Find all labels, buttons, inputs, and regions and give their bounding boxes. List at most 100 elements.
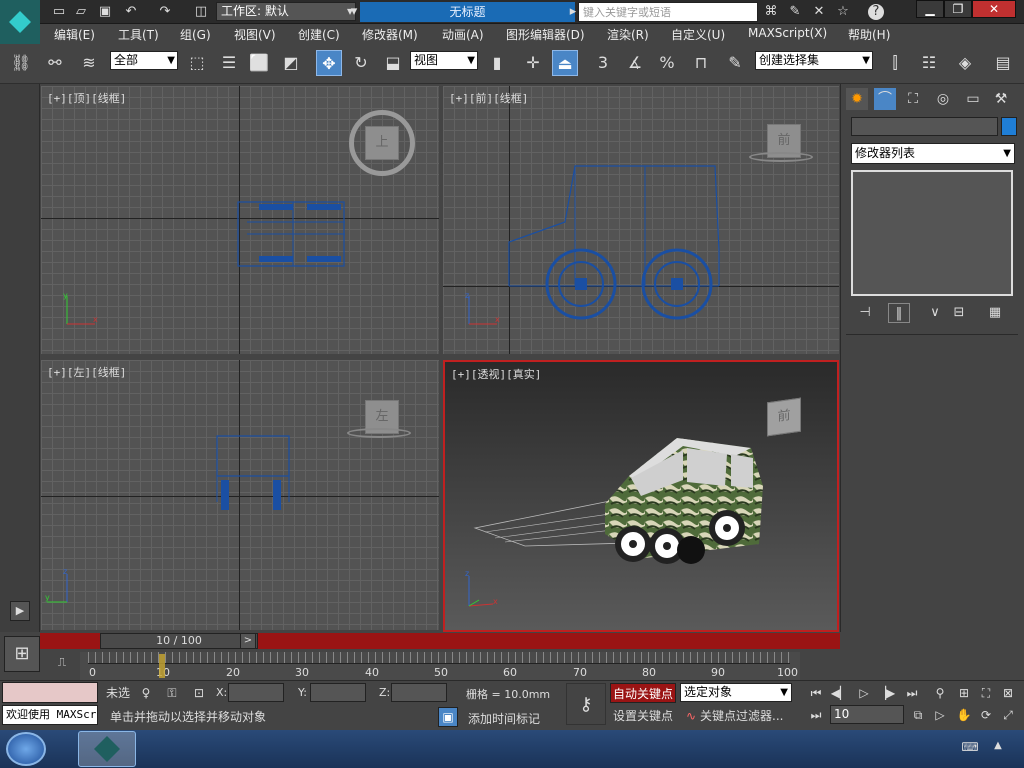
expand-arrow-icon[interactable]: ▶ — [10, 601, 30, 621]
close-button[interactable]: ✕ — [972, 0, 1016, 18]
tab-motion-icon[interactable]: ◎ — [932, 88, 954, 110]
car-model-perspective[interactable] — [465, 422, 805, 622]
menu-group[interactable]: 组(G) — [180, 26, 211, 42]
viewport-label-top[interactable]: [+][顶][线框] — [47, 90, 126, 106]
search-input[interactable]: 键入关键字或短语 — [578, 2, 758, 22]
select-and-scale-icon[interactable]: ⬓ — [380, 50, 406, 76]
key-filters-button[interactable]: 关键点过滤器... — [700, 706, 792, 726]
tab-create-icon[interactable]: ✹ — [846, 88, 868, 110]
add-time-tag-label[interactable]: 添加时间标记 — [468, 710, 540, 727]
viewport-top[interactable]: [+][顶][线框] 上 yx — [41, 86, 439, 354]
x-coordinate-field[interactable] — [228, 683, 284, 702]
time-configuration-icon[interactable]: ⧉ — [908, 706, 928, 724]
tab-utilities-icon[interactable]: ⚒ — [990, 88, 1012, 110]
binoculars-icon[interactable]: ⌘ — [762, 3, 780, 21]
subscription-icon[interactable]: ✎ — [786, 3, 804, 21]
unlink-icon[interactable]: ⚯ — [42, 50, 68, 76]
viewport-perspective[interactable]: [+][透视][真实] 前 zx — [443, 360, 839, 632]
car-wireframe-front[interactable] — [505, 160, 725, 320]
zoom-all-icon[interactable]: ⊞ — [954, 684, 974, 702]
angle-snap-icon[interactable]: ∡ — [622, 50, 648, 76]
set-key-button[interactable]: 设置关键点 — [610, 706, 676, 726]
orbit-icon[interactable]: ⟳ — [976, 706, 996, 724]
time-slider-thumb[interactable]: 10 / 100 — [100, 633, 258, 649]
select-by-name-icon[interactable]: ☰ — [216, 50, 242, 76]
current-frame-field[interactable]: 10 — [830, 705, 904, 724]
viewport-layout-icon[interactable]: ⊞ — [4, 636, 40, 672]
viewcube-ring[interactable] — [749, 152, 813, 162]
current-time-marker[interactable] — [159, 654, 165, 678]
menu-modifiers[interactable]: 修改器(M) — [362, 26, 418, 42]
object-color-swatch[interactable] — [1001, 117, 1017, 136]
time-tag-icon[interactable]: ▣ — [438, 707, 458, 727]
viewport-left[interactable]: [+][左][线框] 左 zy — [41, 360, 439, 630]
project-folder-icon[interactable]: ◫ — [192, 3, 210, 21]
reference-coordinate-dropdown[interactable]: 视图 ▼ — [410, 51, 478, 70]
select-and-rotate-icon[interactable]: ↻ — [348, 50, 374, 76]
time-next-button[interactable]: > — [240, 633, 256, 649]
remove-modifier-icon[interactable]: ⊟ — [948, 303, 970, 323]
configure-sets-icon[interactable]: ▦ — [984, 303, 1006, 323]
workspace-dropdown[interactable]: 工作区: 默认 ▾ — [216, 2, 356, 21]
app-logo-button[interactable] — [0, 0, 40, 44]
y-coordinate-field[interactable] — [310, 683, 366, 702]
viewcube-top[interactable]: 上 — [365, 126, 399, 160]
start-button[interactable] — [6, 732, 46, 766]
curve-editor-icon[interactable]: ⎍ — [50, 655, 74, 675]
zoom-extents-icon[interactable]: ⛶ — [976, 684, 996, 702]
align-icon[interactable]: ☷ — [916, 50, 942, 76]
car-wireframe-left[interactable] — [213, 432, 293, 522]
isolate-selection-icon[interactable]: ♀ — [138, 683, 154, 703]
set-key-mode-icon[interactable]: ⚷ — [566, 683, 606, 725]
viewport-label-perspective[interactable]: [+][透视][真实] — [451, 366, 541, 382]
absolute-mode-icon[interactable]: ⊡ — [190, 683, 208, 703]
viewport-front[interactable]: [+][前][线框] 前 zx — [443, 86, 839, 354]
save-icon[interactable]: ▣ — [96, 3, 114, 21]
open-file-icon[interactable]: ▱ — [72, 3, 90, 21]
tab-modify-icon[interactable]: ⌒ — [874, 88, 896, 110]
minimize-button[interactable]: ▁ — [916, 0, 944, 18]
maximize-viewport-icon[interactable]: ⤢ — [998, 706, 1018, 724]
taskbar-3dsmax-button[interactable] — [78, 731, 136, 767]
maximize-button[interactable]: ❐ — [944, 0, 972, 18]
select-and-move-icon[interactable]: ✥ — [316, 50, 342, 76]
percent-snap-icon[interactable]: % — [654, 50, 680, 76]
select-object-icon[interactable]: ⬚ — [184, 50, 210, 76]
render-icon[interactable]: ▤ — [990, 50, 1016, 76]
make-unique-icon[interactable]: ∨ — [924, 303, 946, 323]
zoom-extents-all-icon[interactable]: ⊠ — [998, 684, 1018, 702]
menu-graph-editors[interactable]: 图形编辑器(D) — [506, 26, 585, 42]
go-to-start-icon[interactable]: ⏮ — [806, 684, 826, 702]
menu-maxscript[interactable]: MAXScript(X) — [748, 26, 827, 42]
modifier-list-dropdown[interactable]: 修改器列表 ▼ — [851, 143, 1015, 164]
new-file-icon[interactable]: ▭ — [50, 3, 68, 21]
tab-display-icon[interactable]: ▭ — [962, 88, 984, 110]
maxscript-mini-listener[interactable]: 欢迎使用 MAXScr — [2, 705, 98, 725]
object-name-input[interactable] — [851, 117, 998, 136]
communication-center-icon[interactable]: ✕ — [810, 3, 828, 21]
pivot-center-icon[interactable]: ▮ — [484, 50, 510, 76]
next-frame-icon[interactable]: ▕▶ — [876, 684, 896, 702]
viewcube-ring[interactable] — [347, 428, 411, 438]
keyboard-icon[interactable]: ⌨ — [960, 740, 980, 756]
undo-icon[interactable]: ↶ — [122, 3, 140, 21]
spinner-snap-icon[interactable]: ⊓ — [688, 50, 714, 76]
z-coordinate-field[interactable] — [391, 683, 447, 702]
layer-manager-icon[interactable]: ◈ — [952, 50, 978, 76]
keyboard-shortcut-override-icon[interactable]: ⏏ — [552, 50, 578, 76]
link-icon[interactable]: ⛓ — [8, 50, 34, 76]
key-target-dropdown[interactable]: 选定对象 ▼ — [680, 683, 792, 702]
tab-hierarchy-icon[interactable]: ⛶ — [902, 88, 924, 110]
key-mode-toggle-icon[interactable]: ⏭ — [806, 706, 826, 724]
go-to-end-icon[interactable]: ⏭ — [902, 684, 922, 702]
previous-frame-icon[interactable]: ◀▏ — [830, 684, 850, 702]
menu-views[interactable]: 视图(V) — [234, 26, 276, 42]
menu-tools[interactable]: 工具(T) — [118, 26, 159, 42]
mirror-icon[interactable]: ⫿ — [882, 50, 908, 76]
menu-rendering[interactable]: 渲染(R) — [607, 26, 649, 42]
maxscript-listener-output[interactable] — [2, 682, 98, 703]
edit-named-selection-icon[interactable]: ✎ — [722, 50, 748, 76]
bind-space-warp-icon[interactable]: ≋ — [76, 50, 102, 76]
show-end-result-icon[interactable]: ‖ — [888, 303, 910, 323]
favorites-star-icon[interactable]: ☆ — [834, 3, 852, 21]
